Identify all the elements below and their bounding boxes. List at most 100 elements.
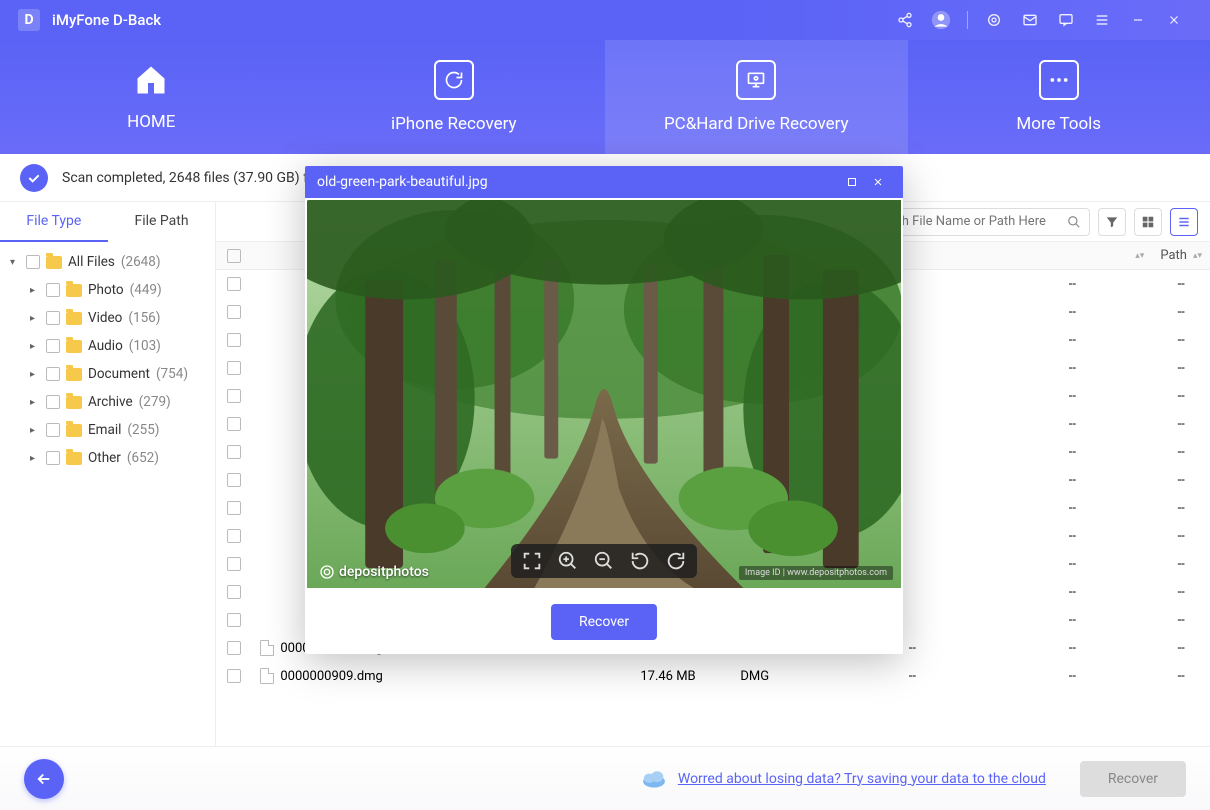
preview-maximize-button[interactable] bbox=[839, 169, 865, 195]
grid-view-button[interactable] bbox=[1134, 208, 1162, 236]
row-checkbox[interactable] bbox=[227, 585, 241, 599]
col-ext[interactable]: ▴▾ bbox=[992, 251, 1152, 261]
close-button[interactable] bbox=[1160, 6, 1188, 34]
app-title: iMyFone D-Back bbox=[52, 11, 161, 29]
checkbox[interactable] bbox=[46, 367, 60, 381]
tree-node-document[interactable]: ▸Document (754) bbox=[0, 360, 215, 388]
fullscreen-icon[interactable] bbox=[521, 550, 543, 572]
tree-node-email[interactable]: ▸Email (255) bbox=[0, 416, 215, 444]
file-path: -- bbox=[1152, 417, 1210, 432]
preview-recover-button[interactable]: Recover bbox=[551, 604, 657, 640]
tree-node-audio[interactable]: ▸Audio (103) bbox=[0, 332, 215, 360]
tree-node-photo[interactable]: ▸Photo (449) bbox=[0, 276, 215, 304]
preview-titlebar: old-green-park-beautiful.jpg bbox=[305, 166, 903, 198]
checkbox[interactable] bbox=[46, 395, 60, 409]
minimize-button[interactable] bbox=[1124, 6, 1152, 34]
sidebar-tab-file-path[interactable]: File Path bbox=[108, 202, 216, 242]
tab-tools[interactable]: More Tools bbox=[908, 40, 1210, 154]
tab-iphone-label: iPhone Recovery bbox=[391, 114, 517, 134]
tree-label: Audio bbox=[88, 338, 123, 354]
cloud-link[interactable]: Worred about losing data? Try saving you… bbox=[678, 771, 1046, 787]
check-icon bbox=[20, 164, 48, 192]
folder-icon bbox=[66, 452, 82, 465]
folder-icon bbox=[66, 340, 82, 353]
recover-button-main[interactable]: Recover bbox=[1080, 761, 1186, 797]
row-checkbox[interactable] bbox=[227, 333, 241, 347]
tab-home[interactable]: HOME bbox=[0, 40, 303, 154]
share-icon[interactable] bbox=[891, 6, 919, 34]
rotate-right-icon[interactable] bbox=[665, 550, 687, 572]
file-path: -- bbox=[1152, 445, 1210, 460]
account-icon[interactable] bbox=[927, 6, 955, 34]
image-watermark: depositphotos bbox=[319, 564, 429, 580]
search-icon bbox=[1067, 215, 1081, 229]
mail-icon[interactable] bbox=[1016, 6, 1044, 34]
tree-node-other[interactable]: ▸Other (652) bbox=[0, 444, 215, 472]
tree-node-all-files[interactable]: ▾ All Files (2648) bbox=[0, 248, 215, 276]
row-checkbox[interactable] bbox=[227, 641, 241, 655]
file-path: -- bbox=[1152, 557, 1210, 572]
row-checkbox[interactable] bbox=[227, 389, 241, 403]
feedback-icon[interactable] bbox=[1052, 6, 1080, 34]
bottom-bar: Worred about losing data? Try saving you… bbox=[0, 746, 1210, 810]
row-checkbox[interactable] bbox=[227, 305, 241, 319]
row-checkbox[interactable] bbox=[227, 501, 241, 515]
file-ext: -- bbox=[992, 333, 1152, 348]
nav-tabs: HOME iPhone Recovery PC&Hard Drive Recov… bbox=[0, 40, 1210, 154]
zoom-out-icon[interactable] bbox=[593, 550, 615, 572]
checkbox[interactable] bbox=[46, 283, 60, 297]
chevron-down-icon: ▾ bbox=[10, 257, 20, 268]
row-checkbox[interactable] bbox=[227, 613, 241, 627]
preview-close-button[interactable] bbox=[865, 169, 891, 195]
checkbox[interactable] bbox=[46, 339, 60, 353]
checkbox[interactable] bbox=[46, 451, 60, 465]
preview-filename: old-green-park-beautiful.jpg bbox=[317, 174, 488, 190]
file-type: DMG bbox=[732, 669, 832, 684]
checkbox[interactable] bbox=[46, 311, 60, 325]
folder-icon bbox=[66, 396, 82, 409]
file-path: -- bbox=[1152, 501, 1210, 516]
tree-node-video[interactable]: ▸Video (156) bbox=[0, 304, 215, 332]
menu-icon[interactable] bbox=[1088, 6, 1116, 34]
filter-button[interactable] bbox=[1098, 208, 1126, 236]
list-view-button[interactable] bbox=[1170, 208, 1198, 236]
file-ext: -- bbox=[992, 389, 1152, 404]
tree-label: Other bbox=[88, 450, 121, 466]
select-all-checkbox[interactable] bbox=[227, 249, 241, 263]
row-checkbox[interactable] bbox=[227, 473, 241, 487]
row-checkbox[interactable] bbox=[227, 445, 241, 459]
zoom-in-icon[interactable] bbox=[557, 550, 579, 572]
row-checkbox[interactable] bbox=[227, 529, 241, 543]
sidebar-tab-file-type[interactable]: File Type bbox=[0, 202, 108, 242]
file-name: 0000000909.dmg bbox=[280, 669, 383, 684]
row-checkbox[interactable] bbox=[227, 417, 241, 431]
row-checkbox[interactable] bbox=[227, 557, 241, 571]
tree-label: Video bbox=[88, 310, 122, 326]
row-checkbox[interactable] bbox=[227, 361, 241, 375]
row-checkbox[interactable] bbox=[227, 669, 241, 683]
sidebar-tabs: File Type File Path bbox=[0, 202, 215, 242]
file-ext: -- bbox=[992, 445, 1152, 460]
col-path[interactable]: Path▴▾ bbox=[1152, 248, 1210, 263]
file-path: -- bbox=[1152, 333, 1210, 348]
sidebar: File Type File Path ▾ All Files (2648) ▸… bbox=[0, 202, 216, 746]
tab-pc[interactable]: PC&Hard Drive Recovery bbox=[605, 40, 908, 154]
tab-iphone[interactable]: iPhone Recovery bbox=[303, 40, 606, 154]
back-button[interactable] bbox=[24, 759, 64, 799]
settings-icon[interactable] bbox=[980, 6, 1008, 34]
tab-pc-label: PC&Hard Drive Recovery bbox=[664, 114, 849, 134]
row-checkbox[interactable] bbox=[227, 277, 241, 291]
tree-count: (255) bbox=[127, 422, 159, 438]
tree-label: All Files bbox=[68, 254, 115, 270]
table-row[interactable]: 0000000909.dmg17.46 MBDMG------ bbox=[216, 662, 1210, 690]
checkbox[interactable] bbox=[26, 255, 40, 269]
image-meta: Image ID | www.depositphotos.com bbox=[739, 566, 893, 580]
tree-count: (754) bbox=[156, 366, 188, 382]
tree-node-archive[interactable]: ▸Archive (279) bbox=[0, 388, 215, 416]
folder-icon bbox=[66, 424, 82, 437]
rotate-left-icon[interactable] bbox=[629, 550, 651, 572]
tree-count: (2648) bbox=[121, 254, 161, 270]
checkbox[interactable] bbox=[46, 423, 60, 437]
tree-count: (652) bbox=[127, 450, 159, 466]
chevron-right-icon: ▸ bbox=[30, 285, 40, 296]
